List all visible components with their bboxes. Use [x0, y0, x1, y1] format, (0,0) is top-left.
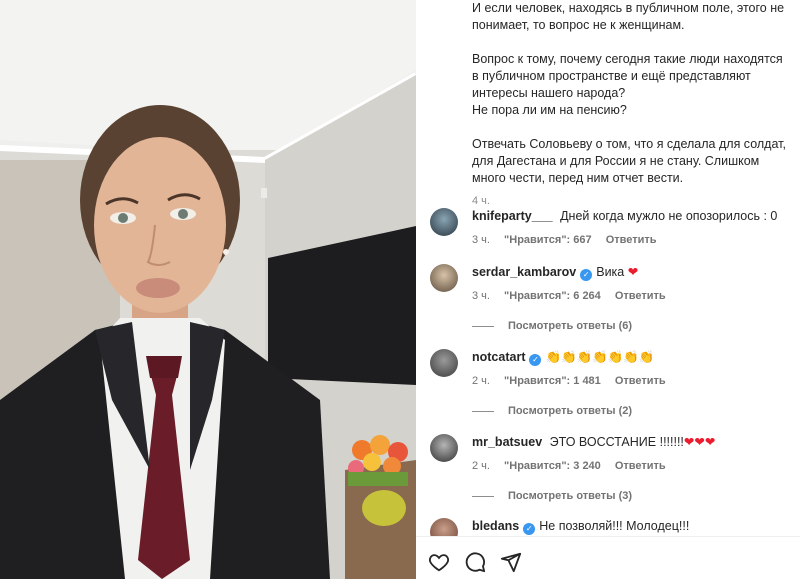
- comment-icon[interactable]: [464, 551, 486, 573]
- reply-button[interactable]: Ответить: [615, 460, 666, 472]
- caption-paragraph: Не пора ли им на пенсию?: [472, 103, 627, 117]
- comment-text: Вика: [596, 265, 625, 279]
- view-replies-label: Посмотреть ответы (2): [508, 405, 633, 417]
- view-replies-button[interactable]: Посмотреть ответы (3): [472, 488, 632, 505]
- view-replies-label: Посмотреть ответы (3): [508, 490, 633, 502]
- verified-badge-icon: ✓: [523, 523, 536, 535]
- comment-text: Дней когда мужло не опозорилось : 0: [560, 209, 778, 223]
- comment-text: ЭТО ВОССТАНИЕ !!!!!!!: [549, 435, 684, 449]
- comment-time[interactable]: 3 ч.: [472, 290, 490, 302]
- reply-button[interactable]: Ответить: [606, 234, 657, 246]
- heart-emoji: ❤: [627, 265, 639, 279]
- comment-likes[interactable]: "Нравится": 667: [504, 234, 592, 246]
- comment-text: Не позволяй!!! Молодец!!!: [539, 519, 690, 533]
- reply-button[interactable]: Ответить: [615, 290, 666, 302]
- post-media[interactable]: [0, 0, 416, 579]
- view-replies-button[interactable]: Посмотреть ответы (2): [472, 403, 632, 420]
- heart-emoji: ❤❤❤: [683, 435, 716, 449]
- caption-paragraph: Вопрос к тому, почему сегодня такие люди…: [472, 52, 783, 100]
- avatar[interactable]: [430, 264, 458, 292]
- comments-panel: И если человек, находясь в публичном пол…: [416, 0, 800, 580]
- comment-likes[interactable]: "Нравится": 6 264: [504, 290, 601, 302]
- post-caption: И если человек, находясь в публичном пол…: [472, 0, 792, 210]
- view-replies-button[interactable]: Посмотреть ответы (6): [472, 318, 632, 335]
- action-bar: [416, 536, 800, 580]
- verified-badge-icon: ✓: [529, 354, 542, 366]
- view-replies-label: Посмотреть ответы (6): [508, 320, 633, 332]
- comment-text: 👏👏👏👏👏👏👏: [545, 350, 655, 364]
- comment-likes[interactable]: "Нравится": 3 240: [504, 460, 601, 472]
- post-photo: [0, 0, 416, 579]
- reply-button[interactable]: Ответить: [615, 375, 666, 387]
- avatar[interactable]: [430, 349, 458, 377]
- share-icon[interactable]: [500, 551, 522, 573]
- avatar[interactable]: [430, 434, 458, 462]
- verified-badge-icon: ✓: [580, 269, 593, 281]
- comment-username[interactable]: bledans: [472, 519, 519, 533]
- caption-paragraph: Отвечать Соловьеву о том, что я сделала …: [472, 137, 786, 185]
- comment-username[interactable]: serdar_kambarov: [472, 265, 576, 279]
- comment-username[interactable]: knifeparty___: [472, 209, 553, 223]
- comment-time[interactable]: 3 ч.: [472, 234, 490, 246]
- avatar[interactable]: [430, 208, 458, 236]
- comment-username[interactable]: mr_batsuev: [472, 435, 542, 449]
- comment-time[interactable]: 2 ч.: [472, 375, 490, 387]
- heart-icon[interactable]: [428, 551, 450, 573]
- caption-paragraph: И если человек, находясь в публичном пол…: [472, 1, 785, 32]
- comment-time[interactable]: 2 ч.: [472, 460, 490, 472]
- comment-likes[interactable]: "Нравится": 1 481: [504, 375, 601, 387]
- comment-username[interactable]: notcatart: [472, 350, 525, 364]
